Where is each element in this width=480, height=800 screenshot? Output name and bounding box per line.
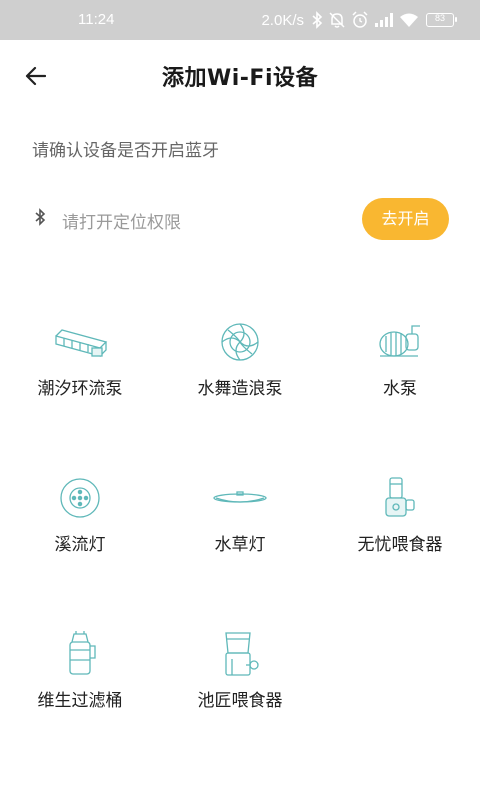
battery-icon: 83 xyxy=(426,13,457,27)
device-label: 溪流灯 xyxy=(54,535,106,555)
page-title: 添加Wi-Fi设备 xyxy=(161,66,318,91)
bluetooth-prompt: 请确认设备是否开启蓝牙 xyxy=(32,141,219,161)
device-label: 池匠喂食器 xyxy=(197,691,283,711)
bluetooth-icon xyxy=(312,11,323,29)
device-item-plant-light[interactable]: 水草灯 xyxy=(160,456,320,586)
device-item-wave-pump[interactable]: 潮汐环流泵 xyxy=(0,300,160,430)
plant-light-icon xyxy=(210,468,270,528)
status-bar: 11:24 2.0K/s 83 xyxy=(0,0,480,40)
device-label: 水草灯 xyxy=(214,535,266,555)
device-item-stream-light[interactable]: 溪流灯 xyxy=(0,456,160,586)
signal-icon xyxy=(375,13,393,27)
wavemaker-icon xyxy=(210,312,270,372)
auto-feeder-icon xyxy=(370,468,430,528)
device-label: 维生过滤桶 xyxy=(37,691,123,711)
header: 添加Wi-Fi设备 xyxy=(0,40,480,110)
alarm-icon xyxy=(352,11,368,28)
bluetooth-icon xyxy=(35,208,46,226)
device-label: 无忧喂食器 xyxy=(357,535,443,555)
mute-icon xyxy=(329,12,345,28)
pond-feeder-icon xyxy=(210,624,270,684)
filter-canister-icon xyxy=(50,624,110,684)
device-label: 潮汐环流泵 xyxy=(37,379,123,399)
location-permission-row: 请打开定位权限 去开启 xyxy=(0,196,480,242)
device-item-auto-feeder[interactable]: 无忧喂食器 xyxy=(320,456,480,586)
device-label: 水舞造浪泵 xyxy=(197,379,283,399)
enable-location-button[interactable]: 去开启 xyxy=(362,198,449,240)
water-pump-icon xyxy=(370,312,430,372)
device-item-water-pump[interactable]: 水泵 xyxy=(320,300,480,430)
status-icons: 2.0K/s 83 xyxy=(261,9,457,31)
stream-light-icon xyxy=(50,468,110,528)
device-item-wavemaker[interactable]: 水舞造浪泵 xyxy=(160,300,320,430)
battery-level: 83 xyxy=(434,13,445,23)
network-speed: 2.0K/s xyxy=(261,11,304,29)
wifi-icon xyxy=(400,13,418,27)
device-item-filter-canister[interactable]: 维生过滤桶 xyxy=(0,612,160,742)
location-permission-text: 请打开定位权限 xyxy=(62,213,181,233)
status-time: 11:24 xyxy=(78,11,115,28)
device-label: 水泵 xyxy=(383,379,417,399)
wave-pump-icon xyxy=(50,312,110,372)
device-item-pond-feeder[interactable]: 池匠喂食器 xyxy=(160,612,320,742)
